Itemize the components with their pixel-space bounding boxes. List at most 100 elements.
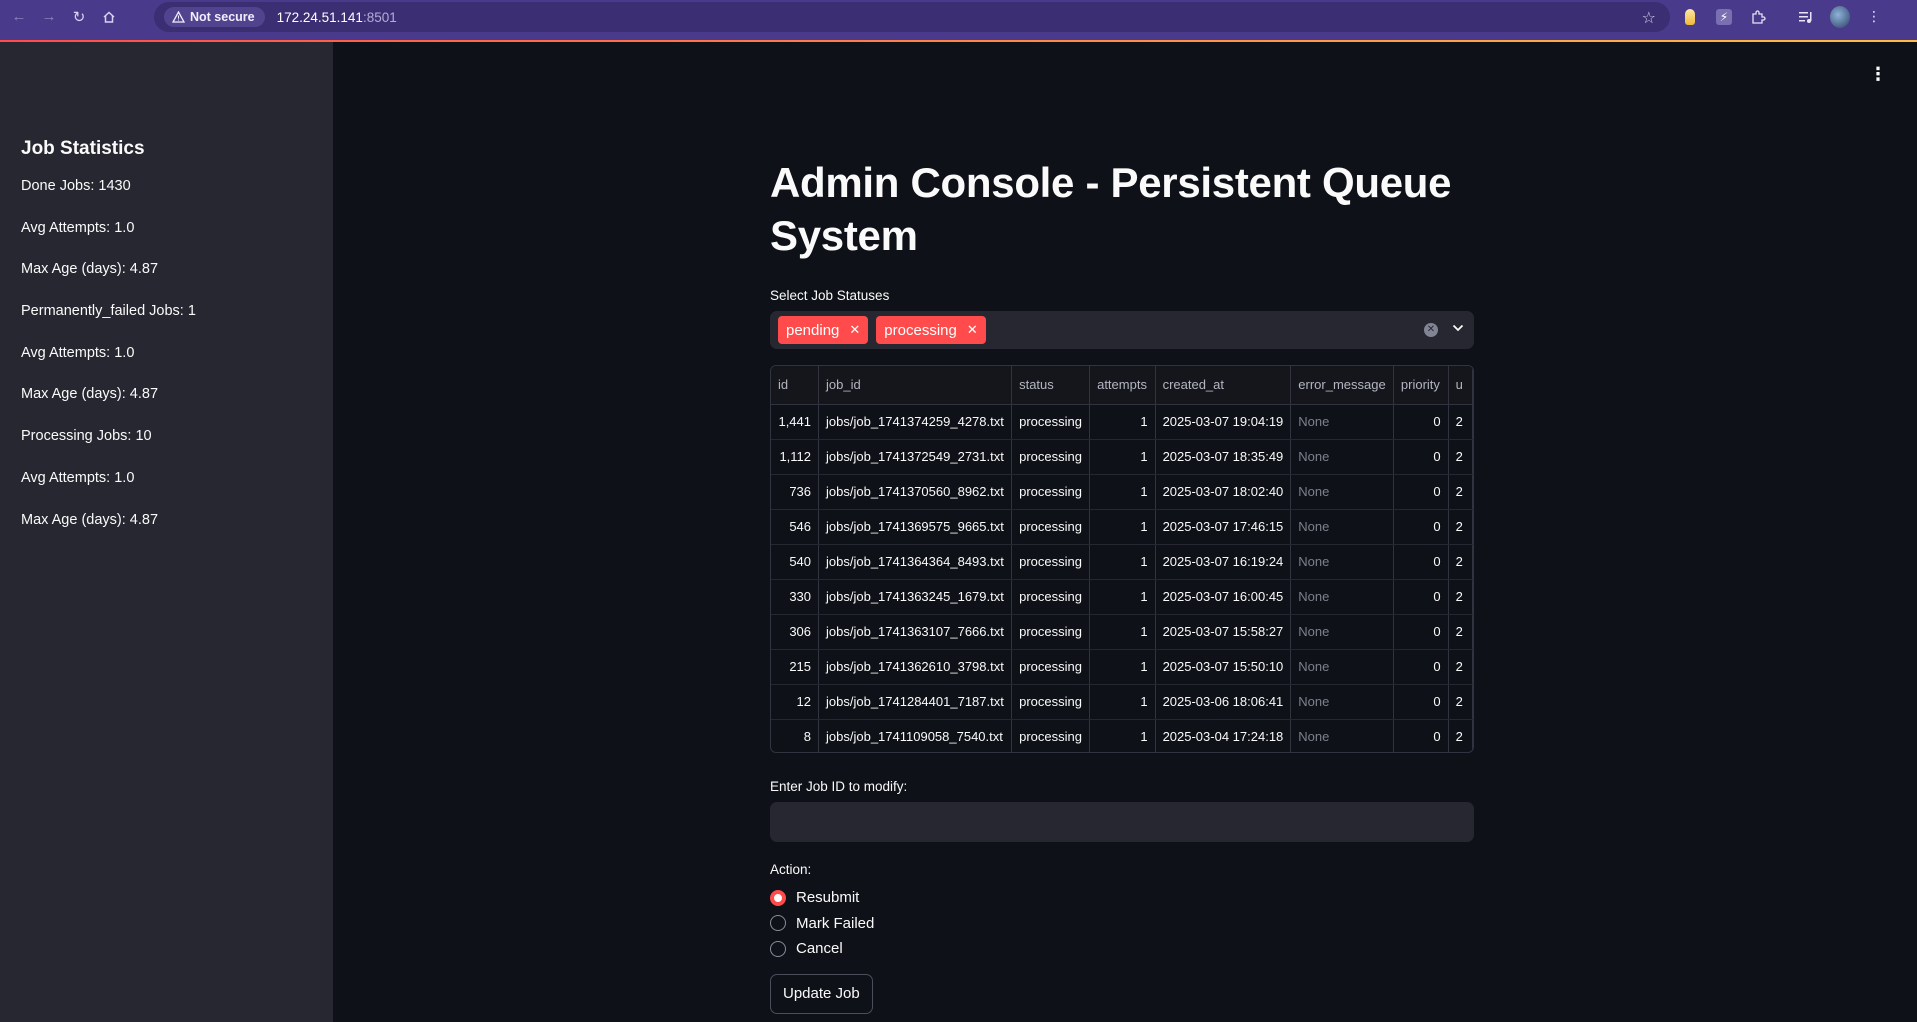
table-cell[interactable]: 330 [771,579,820,615]
status-multiselect[interactable]: pending ✕ processing ✕ ✕ [770,311,1474,349]
table-cell[interactable]: 2025-03-07 19:04:19 [1155,404,1292,440]
table-cell[interactable]: 546 [771,509,820,545]
main-menu-icon[interactable]: ⋮ [1869,64,1887,85]
table-cell[interactable]: jobs/job_1741284401_7187.txt [818,684,1013,720]
table-cell[interactable]: processing [1011,614,1091,650]
table-cell[interactable]: 0 [1393,579,1449,615]
table-cell[interactable]: None [1290,474,1394,510]
table-cell[interactable]: 2025-03-07 16:00:45 [1155,579,1292,615]
browser-menu-icon[interactable]: ⋮ [1864,7,1884,27]
clear-all-icon[interactable]: ✕ [1424,323,1438,337]
table-cell[interactable]: 736 [771,474,820,510]
table-cell[interactable]: 0 [1393,404,1449,440]
home-icon[interactable] [94,2,124,32]
table-cell[interactable]: 2 [1448,544,1473,580]
table-row[interactable]: 736 jobs/job_1741370560_8962.txt processin… [771,474,1473,510]
column-header-priority[interactable]: priority [1393,366,1449,405]
table-cell[interactable]: 2 [1448,579,1473,615]
table-cell[interactable]: 540 [771,544,820,580]
table-cell[interactable]: jobs/job_1741370560_8962.txt [818,474,1013,510]
table-cell[interactable]: processing [1011,544,1091,580]
puzzle-extensions-icon[interactable] [1748,7,1768,27]
table-row[interactable]: 330 jobs/job_1741363245_1679.txt processin… [771,579,1473,615]
table-cell[interactable]: 0 [1393,509,1449,545]
table-cell[interactable]: 2 [1448,474,1473,510]
address-bar[interactable]: Not secure 172.24.51.141:8501 ☆ [154,2,1670,32]
table-cell[interactable]: 2 [1448,509,1473,545]
table-cell[interactable]: 2025-03-06 18:06:41 [1155,684,1292,720]
table-cell[interactable]: jobs/job_1741369575_9665.txt [818,509,1013,545]
table-cell[interactable]: 2025-03-07 15:58:27 [1155,614,1292,650]
table-cell[interactable]: None [1290,684,1394,720]
table-cell[interactable]: 1 [1089,404,1156,440]
table-cell[interactable]: processing [1011,439,1091,475]
security-indicator[interactable]: Not secure [164,7,265,27]
table-cell[interactable]: jobs/job_1741363245_1679.txt [818,579,1013,615]
table-cell[interactable]: processing [1011,719,1091,752]
table-cell[interactable]: 2 [1448,719,1473,752]
bookmark-star-icon[interactable]: ☆ [1642,8,1656,28]
table-cell[interactable]: processing [1011,579,1091,615]
table-cell[interactable]: jobs/job_1741363107_7666.txt [818,614,1013,650]
table-row[interactable]: 306 jobs/job_1741363107_7666.txt processin… [771,614,1473,650]
chevron-down-icon[interactable] [1452,319,1464,336]
table-row[interactable]: 1,441 jobs/job_1741374259_4278.txt process… [771,404,1473,440]
radio-selected-icon[interactable] [770,889,786,906]
table-cell[interactable]: 1 [1089,544,1156,580]
table-cell[interactable]: 1,112 [771,439,820,475]
table-cell[interactable]: None [1290,579,1394,615]
table-row[interactable]: 540 jobs/job_1741364364_8493.txt processin… [771,544,1473,580]
table-row[interactable]: 215 jobs/job_1741362610_3798.txt processin… [771,649,1473,685]
table-cell[interactable]: None [1290,509,1394,545]
table-cell[interactable]: 2 [1448,649,1473,685]
job-id-input[interactable] [770,802,1474,842]
jobs-table[interactable]: id job_id status attempts created_at err… [770,365,1474,753]
table-cell[interactable]: 0 [1393,614,1449,650]
table-cell[interactable]: 1 [1089,579,1156,615]
table-cell[interactable]: 12 [771,684,820,720]
table-cell[interactable]: None [1290,614,1394,650]
table-cell[interactable]: 215 [771,649,820,685]
radio-unselected-icon[interactable] [770,915,786,932]
back-icon[interactable]: ← [4,2,34,32]
table-cell[interactable]: 306 [771,614,820,650]
table-cell[interactable]: 1 [1089,614,1156,650]
radio-unselected-icon[interactable] [770,940,786,957]
table-cell[interactable]: 2025-03-07 18:02:40 [1155,474,1292,510]
radio-option-mark-failed[interactable]: Mark Failed [770,911,1474,937]
table-cell[interactable]: None [1290,649,1394,685]
table-cell[interactable]: 2025-03-07 17:46:15 [1155,509,1292,545]
table-cell[interactable]: jobs/job_1741374259_4278.txt [818,404,1013,440]
table-cell[interactable]: processing [1011,649,1091,685]
status-chip-pending[interactable]: pending ✕ [778,316,869,344]
profile-avatar[interactable] [1830,5,1850,28]
table-row[interactable]: 8 jobs/job_1741109058_7540.txt processing 1… [771,719,1473,752]
update-job-button[interactable]: Update Job [770,973,873,1014]
radio-option-cancel[interactable]: Cancel [770,936,1474,962]
table-cell[interactable]: 1 [1089,474,1156,510]
bolt-extension-icon[interactable]: ⚡ [1714,7,1734,27]
table-cell[interactable]: 1 [1089,509,1156,545]
table-cell[interactable]: None [1290,404,1394,440]
table-cell[interactable]: 2 [1448,684,1473,720]
table-cell[interactable]: processing [1011,404,1091,440]
radio-option-resubmit[interactable]: Resubmit [770,885,1474,911]
table-cell[interactable]: None [1290,719,1394,752]
table-cell[interactable]: jobs/job_1741362610_3798.txt [818,649,1013,685]
table-row[interactable]: 12 jobs/job_1741284401_7187.txt processing… [771,684,1473,720]
table-cell[interactable]: None [1290,439,1394,475]
table-cell[interactable]: 0 [1393,439,1449,475]
column-header-created-at[interactable]: created_at [1155,366,1292,405]
table-cell[interactable]: processing [1011,509,1091,545]
table-cell[interactable]: 8 [771,719,820,752]
media-controls-icon[interactable] [1796,7,1816,27]
table-cell[interactable]: 2 [1448,404,1473,440]
column-header-attempts[interactable]: attempts [1089,366,1156,405]
remove-chip-icon[interactable]: ✕ [849,322,860,338]
table-cell[interactable]: 1 [1089,649,1156,685]
table-cell[interactable]: 1,441 [771,404,820,440]
table-cell[interactable]: jobs/job_1741372549_2731.txt [818,439,1013,475]
table-cell[interactable]: 0 [1393,684,1449,720]
column-header-status[interactable]: status [1011,366,1091,405]
table-cell[interactable]: 0 [1393,544,1449,580]
